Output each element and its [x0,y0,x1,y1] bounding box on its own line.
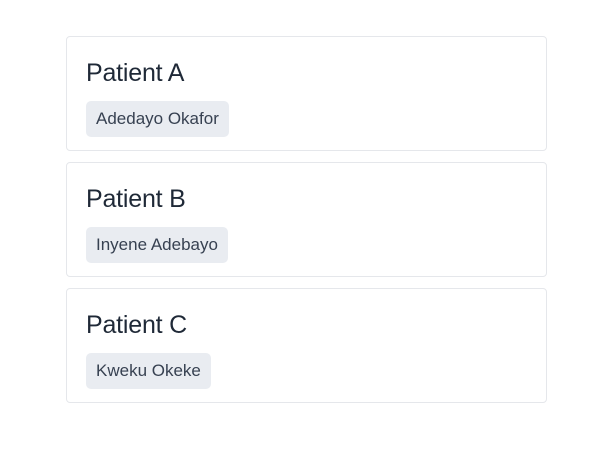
patient-name-tag: Kweku Okeke [86,353,211,389]
patient-name-tag: Inyene Adebayo [86,227,228,263]
patient-card-c[interactable]: Patient C Kweku Okeke [66,288,547,403]
patient-card-b[interactable]: Patient B Inyene Adebayo [66,162,547,277]
patient-title: Patient B [86,185,186,213]
patient-title: Patient C [86,311,188,339]
patient-title: Patient A [86,59,185,87]
patient-list: Patient A Adedayo Okafor Patient B Inyen… [66,36,547,414]
patient-card-a[interactable]: Patient A Adedayo Okafor [66,36,547,151]
patient-name-tag: Adedayo Okafor [86,101,229,137]
